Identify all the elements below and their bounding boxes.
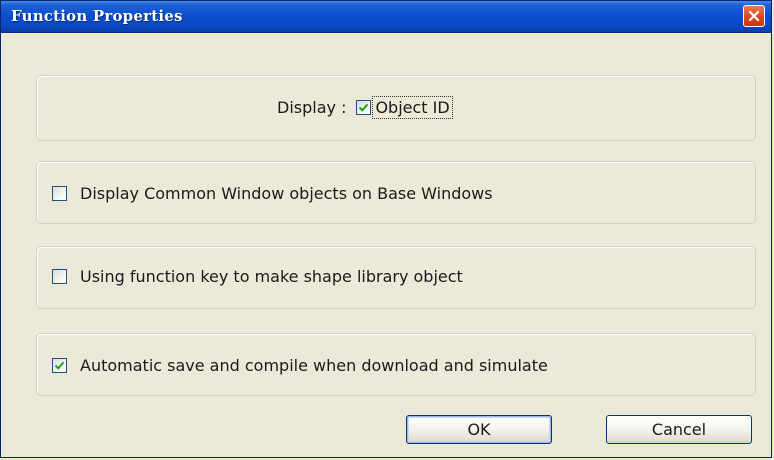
display-row: Display : Object ID: [277, 96, 453, 119]
function-key-row[interactable]: Using function key to make shape library…: [52, 267, 463, 286]
common-window-checkbox[interactable]: [52, 186, 67, 201]
function-key-checkbox[interactable]: [52, 269, 67, 284]
display-label: Display :: [277, 98, 347, 117]
cancel-button[interactable]: Cancel: [606, 415, 752, 444]
common-window-row[interactable]: Display Common Window objects on Base Wi…: [52, 184, 493, 203]
auto-save-label[interactable]: Automatic save and compile when download…: [80, 356, 548, 375]
common-window-group: Display Common Window objects on Base Wi…: [36, 161, 756, 224]
object-id-checkbox[interactable]: [356, 100, 372, 115]
function-key-group: Using function key to make shape library…: [36, 246, 756, 309]
close-button[interactable]: [743, 5, 765, 27]
close-icon: [748, 10, 760, 22]
auto-save-row[interactable]: Automatic save and compile when download…: [52, 356, 548, 375]
auto-save-checkbox[interactable]: [52, 358, 67, 373]
object-id-label[interactable]: Object ID: [372, 96, 453, 119]
title-bar[interactable]: Function Properties: [1, 1, 771, 33]
window-title: Function Properties: [11, 7, 183, 25]
checkmark-icon: [359, 103, 369, 112]
ok-button[interactable]: OK: [406, 415, 552, 444]
function-properties-dialog: Function Properties Display : Object ID …: [0, 0, 772, 458]
auto-save-group: Automatic save and compile when download…: [36, 333, 756, 396]
common-window-label[interactable]: Display Common Window objects on Base Wi…: [80, 184, 493, 203]
display-group: Display : Object ID: [36, 75, 756, 141]
checkmark-icon: [54, 361, 65, 370]
function-key-label[interactable]: Using function key to make shape library…: [80, 267, 463, 286]
